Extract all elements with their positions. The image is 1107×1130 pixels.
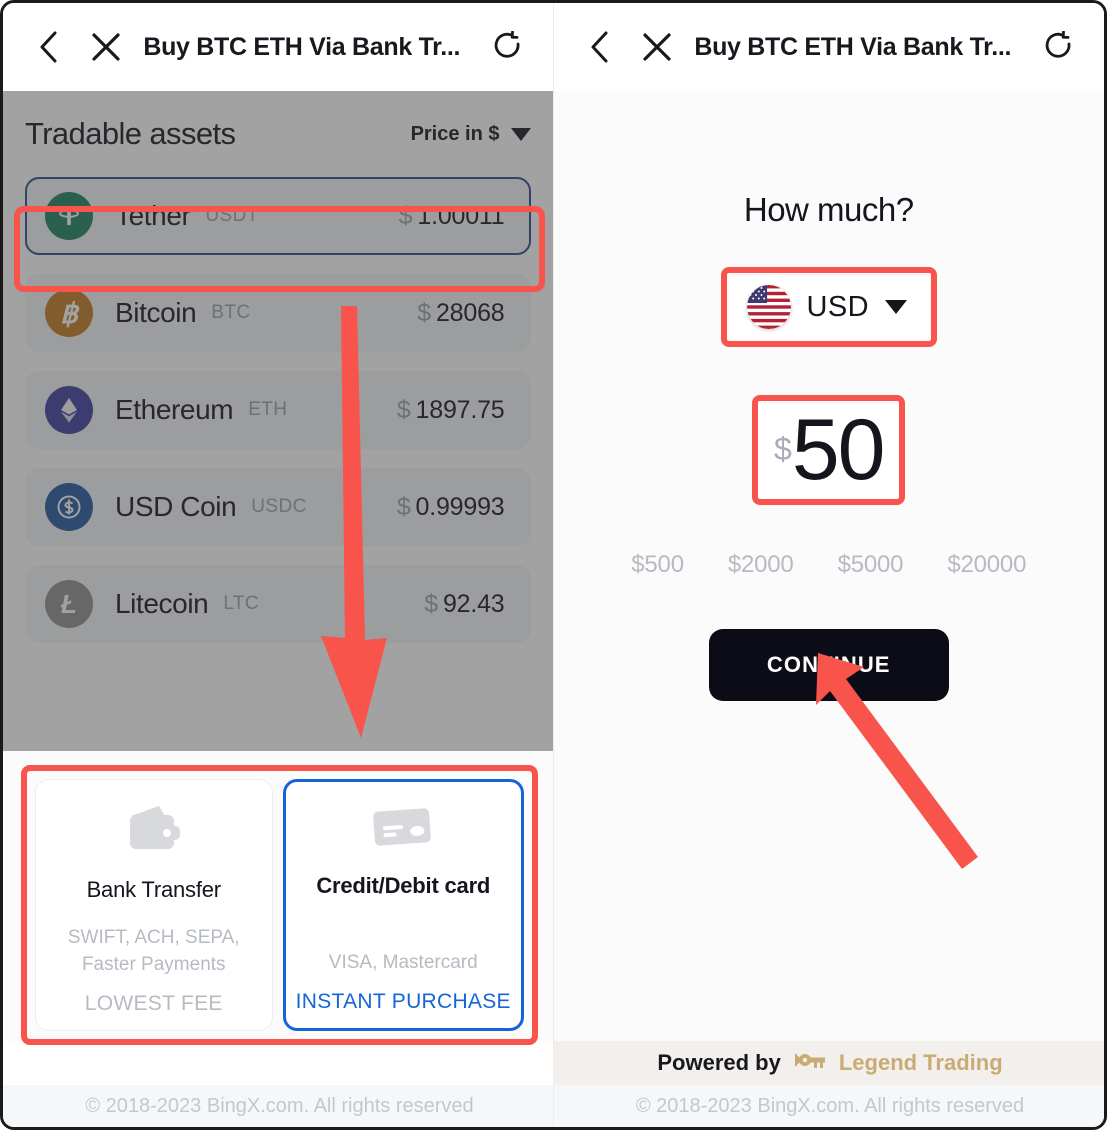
chevron-left-icon[interactable]	[25, 24, 71, 70]
asset-name: Ethereum	[115, 394, 234, 425]
asset-price: $92.43	[424, 589, 505, 618]
ethereum-icon	[45, 386, 93, 434]
legend-trading-brand: Legend Trading	[838, 1050, 1003, 1075]
payment-methods-section: Bank Transfer SWIFT, ACH, SEPA, Faster P…	[3, 751, 553, 1045]
asset-row-ethereum[interactable]: Ethereum ETH $1897.75	[25, 371, 531, 449]
highlight-box-tether-row	[14, 206, 545, 292]
asset-price: $1897.75	[396, 395, 505, 424]
payment-method-subtitle: SWIFT, ACH, SEPA, Faster Payments	[67, 926, 240, 976]
amount-entry-section: How much? USD $ 50 $500 $2000 $5000 $200…	[553, 91, 1104, 1041]
quick-amount-chips: $500 $2000 $5000 $20000	[631, 551, 1026, 579]
usd-coin-icon	[45, 483, 93, 531]
quick-amount-20000[interactable]: $20000	[947, 551, 1026, 579]
powered-by-bar: Powered by Legend Trading	[553, 1041, 1104, 1085]
quick-amount-500[interactable]: $500	[631, 551, 684, 579]
price-currency-dropdown[interactable]: Price in $	[411, 123, 531, 146]
left-footer-spacer	[3, 1041, 553, 1085]
currency-selector[interactable]: USD	[728, 275, 929, 339]
refresh-icon[interactable]	[485, 24, 531, 70]
payment-method-tag: LOWEST FEE	[84, 992, 223, 1015]
close-icon[interactable]	[83, 24, 129, 70]
amount-input[interactable]: $ 50	[768, 403, 889, 497]
assets-title: Tradable assets	[25, 116, 236, 151]
left-topbar: Buy BTC ETH Via Bank Tr...	[3, 3, 553, 91]
highlight-box-amount-field: $ 50	[752, 395, 906, 506]
asset-symbol: ETH	[248, 399, 288, 420]
how-much-heading: How much?	[743, 191, 914, 228]
wallet-icon	[125, 802, 183, 859]
payment-method-subtitle: VISA, Mastercard	[328, 952, 478, 974]
asset-symbol: LTC	[223, 593, 259, 614]
payment-method-title: Credit/Debit card	[316, 873, 491, 898]
asset-symbol: USDC	[251, 496, 307, 517]
asset-symbol: BTC	[211, 302, 251, 323]
powered-by-label: Powered by	[657, 1050, 781, 1075]
page-title: Buy BTC ETH Via Bank Tr...	[143, 32, 461, 61]
key-icon	[793, 1049, 827, 1077]
payment-method-credit-debit-card[interactable]: Credit/Debit card VISA, Mastercard INSTA…	[282, 779, 524, 1031]
close-icon[interactable]	[634, 24, 680, 70]
chevron-down-icon	[510, 127, 531, 141]
amount-value: 50	[791, 402, 886, 498]
price-currency-label: Price in $	[410, 122, 500, 145]
currency-code: USD	[806, 290, 869, 323]
amount-currency-symbol: $	[774, 431, 792, 467]
quick-amount-5000[interactable]: $5000	[838, 551, 904, 579]
highlight-box-payment-methods: Bank Transfer SWIFT, ACH, SEPA, Faster P…	[21, 765, 538, 1045]
tradable-assets-section: Tradable assets Price in $ Tether USDT $…	[3, 91, 553, 751]
credit-card-icon	[372, 804, 434, 855]
payment-method-title: Bank Transfer	[86, 877, 222, 902]
asset-row-litecoin[interactable]: Ł Litecoin LTC $92.43	[25, 565, 531, 643]
bitcoin-icon: ฿	[45, 289, 93, 337]
right-topbar: Buy BTC ETH Via Bank Tr...	[553, 3, 1104, 91]
right-copyright: © 2018-2023 BingX.com. All rights reserv…	[553, 1085, 1104, 1127]
asset-row-usd-coin[interactable]: USD Coin USDC $0.99993	[25, 468, 531, 546]
asset-price: $0.99993	[396, 492, 505, 521]
chevron-down-icon	[884, 300, 907, 314]
right-panel: Buy BTC ETH Via Bank Tr... How much? USD…	[553, 3, 1104, 1127]
asset-price: $28068	[417, 298, 505, 327]
assets-header: Tradable assets Price in $	[25, 91, 531, 177]
asset-name: Bitcoin	[115, 297, 197, 328]
left-copyright: © 2018-2023 BingX.com. All rights reserv…	[3, 1085, 553, 1127]
litecoin-icon: Ł	[45, 580, 93, 628]
page-title: Buy BTC ETH Via Bank Tr...	[694, 32, 1012, 61]
left-panel: Buy BTC ETH Via Bank Tr... Tradable asse…	[3, 3, 554, 1127]
asset-name: USD Coin	[115, 491, 237, 522]
us-flag-icon	[746, 285, 791, 329]
chevron-left-icon[interactable]	[576, 24, 622, 70]
refresh-icon[interactable]	[1036, 24, 1082, 70]
highlight-box-currency-selector: USD	[720, 267, 937, 347]
payment-method-bank-transfer[interactable]: Bank Transfer SWIFT, ACH, SEPA, Faster P…	[35, 779, 273, 1031]
app-screenshot: Buy BTC ETH Via Bank Tr... Tradable asse…	[0, 0, 1107, 1130]
asset-name: Litecoin	[115, 588, 209, 619]
continue-button[interactable]: CONTINUE	[708, 629, 949, 702]
payment-method-tag: INSTANT PURCHASE	[295, 990, 511, 1013]
quick-amount-2000[interactable]: $2000	[728, 551, 794, 579]
